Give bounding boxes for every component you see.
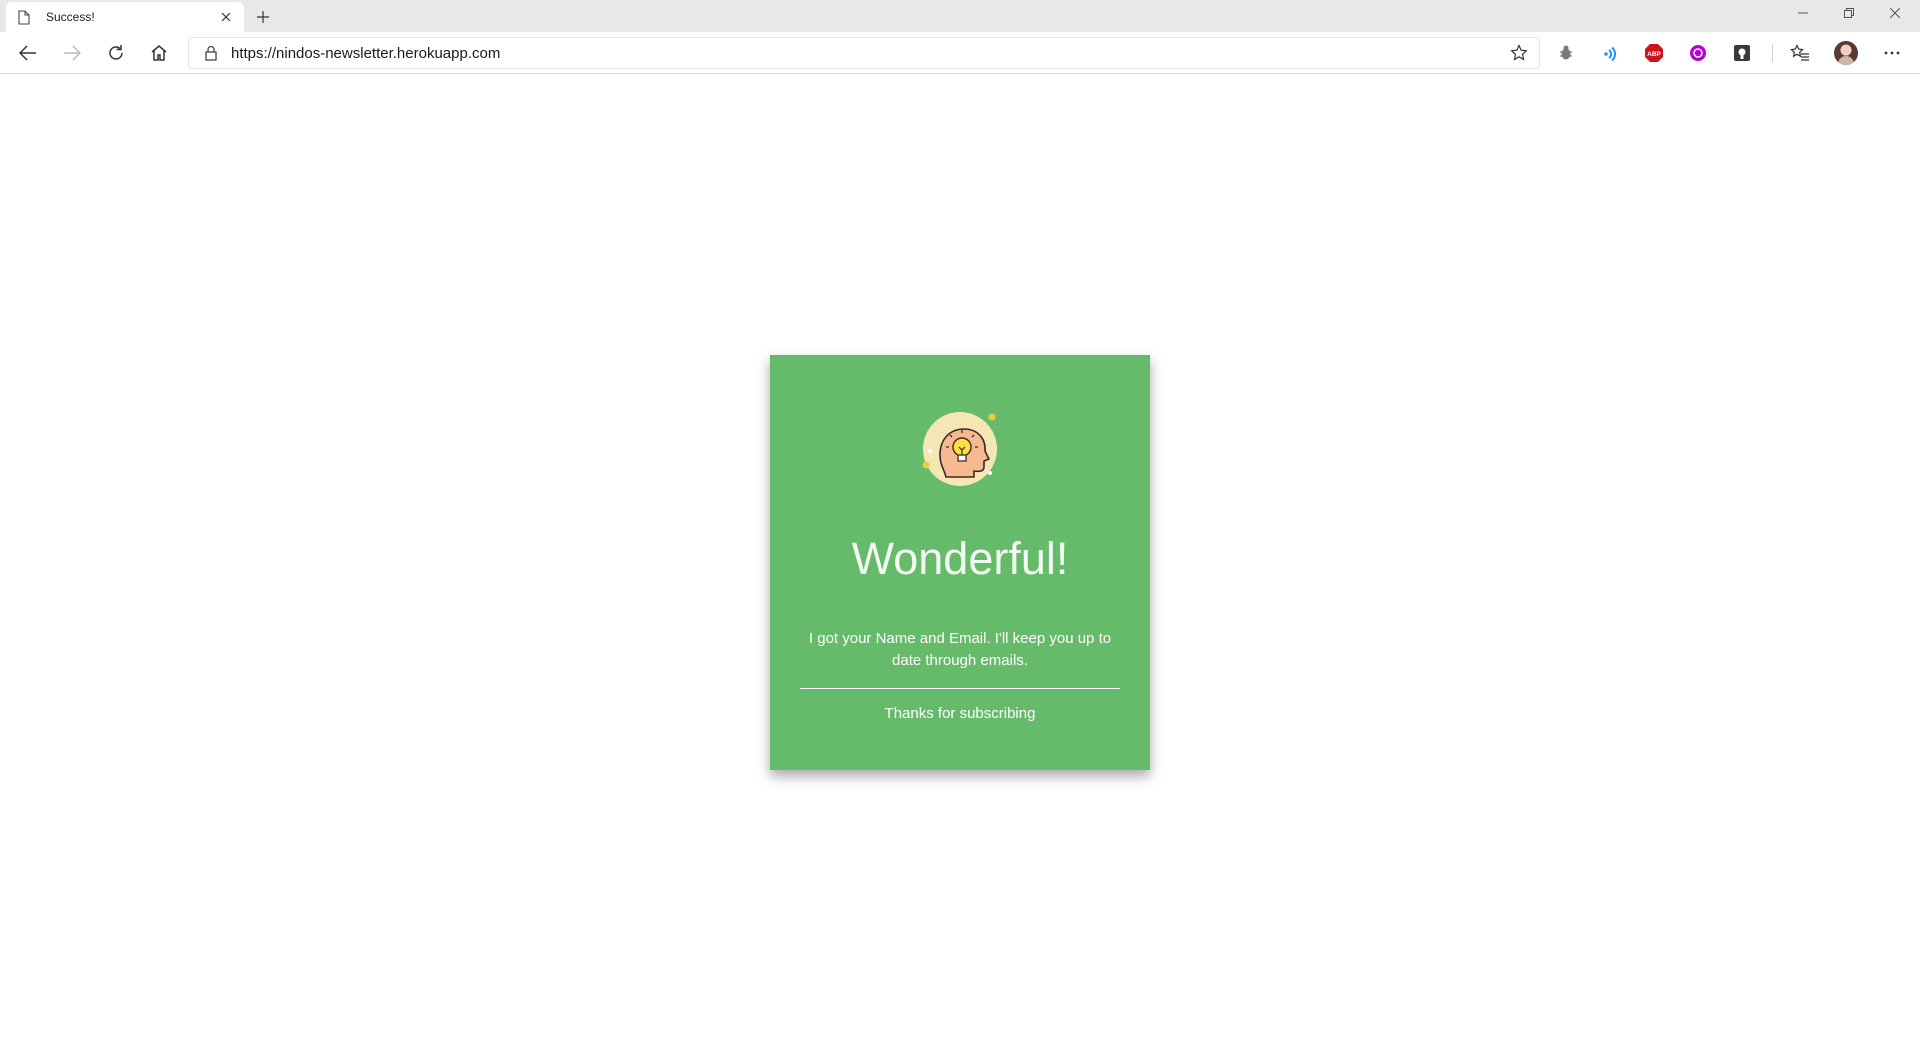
toolbar-separator: [1772, 44, 1773, 62]
forward-icon[interactable]: [56, 37, 88, 69]
browser-toolbar: https://nindos-newsletter.herokuapp.com …: [0, 32, 1920, 74]
close-window-icon[interactable]: [1872, 0, 1918, 26]
page-title: Wonderful!: [851, 533, 1069, 584]
favorites-collection-icon[interactable]: [1788, 41, 1812, 65]
back-icon[interactable]: [12, 37, 44, 69]
close-tab-icon[interactable]: [218, 9, 234, 25]
bug-extension-icon[interactable]: [1554, 41, 1578, 65]
tab-strip: Success!: [0, 0, 1920, 32]
more-options-icon[interactable]: [1880, 41, 1904, 65]
home-icon[interactable]: [143, 37, 175, 69]
new-tab-icon[interactable]: [252, 6, 274, 28]
dark-extension-icon[interactable]: [1730, 41, 1754, 65]
confirmation-message: I got your Name and Email. I'll keep you…: [808, 630, 1112, 669]
profile-avatar[interactable]: [1834, 41, 1858, 65]
success-card: Wonderful! I got your Name and Email. I'…: [770, 355, 1150, 770]
minimize-icon[interactable]: [1780, 0, 1826, 26]
lock-icon[interactable]: [203, 45, 219, 61]
readaloud-extension-icon[interactable]: [1598, 41, 1622, 65]
url-text[interactable]: https://nindos-newsletter.herokuapp.com: [231, 45, 1505, 62]
address-bar[interactable]: https://nindos-newsletter.herokuapp.com: [188, 37, 1540, 69]
browser-tab[interactable]: Success!: [6, 2, 244, 32]
adblock-plus-extension-icon[interactable]: ABP: [1642, 41, 1666, 65]
svg-text:ABP: ABP: [1647, 51, 1661, 58]
head-lightbulb-icon: [922, 407, 1002, 487]
divider: [800, 688, 1120, 689]
purple-extension-icon[interactable]: [1686, 41, 1710, 65]
document-icon: [18, 9, 32, 25]
restore-icon[interactable]: [1826, 0, 1872, 26]
favorite-star-icon[interactable]: [1505, 39, 1533, 67]
thanks-message: Thanks for subscribing: [884, 705, 1036, 722]
tab-title: Success!: [46, 10, 95, 24]
refresh-icon[interactable]: [100, 37, 132, 69]
